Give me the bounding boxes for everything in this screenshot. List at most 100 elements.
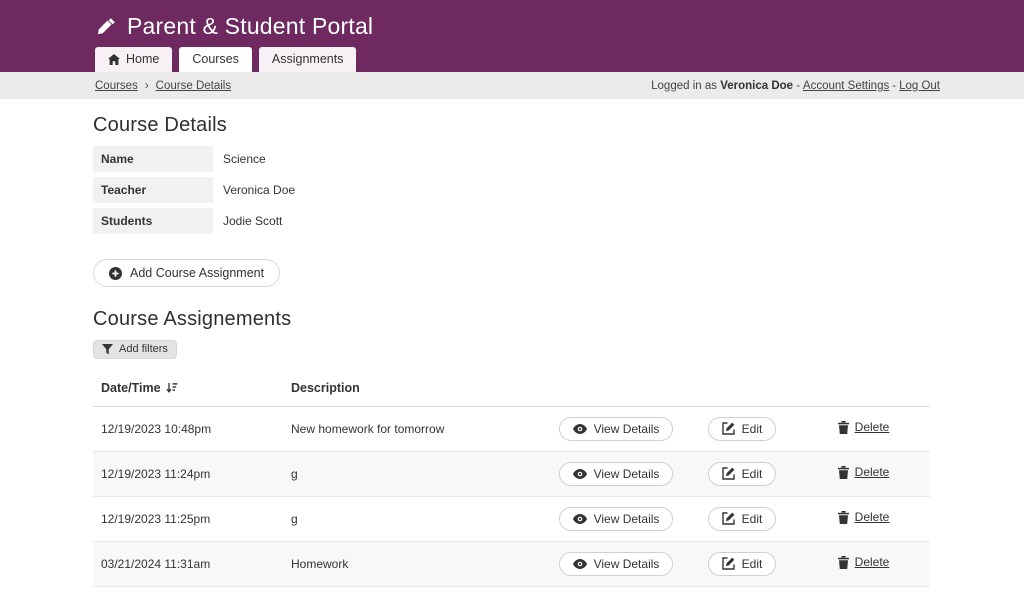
course-details-list: Name Science Teacher Veronica Doe Studen… (93, 146, 930, 234)
edit-button[interactable]: Edit (708, 417, 777, 441)
edit-icon (722, 467, 735, 480)
delete-link[interactable]: Delete (838, 555, 890, 569)
cell-description: g (283, 451, 545, 496)
eye-icon (573, 514, 587, 524)
detail-label: Students (93, 208, 213, 234)
detail-value: Jodie Scott (213, 208, 292, 234)
tab-home[interactable]: Home (95, 47, 172, 72)
edit-button[interactable]: Edit (708, 507, 777, 531)
tab-assignments[interactable]: Assignments (259, 47, 357, 72)
delete-label: Delete (855, 510, 890, 524)
tab-home-label: Home (126, 52, 159, 66)
cell-description: g (283, 496, 545, 541)
logged-in-prefix: Logged in as (651, 80, 720, 92)
assignment-row: 03/21/2024 11:31am Homework View Details (93, 541, 930, 586)
column-datetime-label: Date/Time (101, 381, 161, 395)
assignment-row: 12/19/2023 11:25pm g View Details (93, 496, 930, 541)
assignment-row: 12/19/2023 10:48pm New homework for tomo… (93, 406, 930, 451)
cell-description: Homework (283, 541, 545, 586)
breadcrumb-link-courses[interactable]: Courses (95, 80, 138, 92)
edit-icon (722, 512, 735, 525)
detail-label: Name (93, 146, 213, 172)
add-course-assignment-label: Add Course Assignment (130, 266, 264, 280)
breadcrumb-link-course-details[interactable]: Course Details (156, 80, 231, 92)
view-details-button[interactable]: View Details (559, 552, 674, 576)
edit-label: Edit (742, 557, 763, 571)
pencil-icon (96, 17, 116, 37)
assignments-table: Date/Time Description (93, 370, 930, 587)
add-filters-button[interactable]: Add filters (93, 340, 177, 359)
trash-icon (838, 421, 849, 434)
course-details-heading: Course Details (93, 114, 930, 137)
breadcrumb-bar: Courses › Course Details Logged in as Vero… (0, 72, 1024, 99)
detail-row-students: Students Jodie Scott (93, 208, 930, 234)
view-details-button[interactable]: View Details (559, 507, 674, 531)
column-header-actions-1 (545, 370, 687, 407)
filter-icon (102, 344, 113, 355)
sort-icon (166, 382, 178, 394)
cell-datetime: 12/19/2023 11:25pm (93, 496, 283, 541)
eye-icon (573, 559, 587, 569)
delete-link[interactable]: Delete (838, 465, 890, 479)
delete-link[interactable]: Delete (838, 420, 890, 434)
trash-icon (838, 556, 849, 569)
view-details-label: View Details (594, 557, 660, 571)
column-header-actions-3 (797, 370, 930, 407)
column-header-description: Description (283, 370, 545, 407)
page-title: Parent & Student Portal (127, 13, 373, 40)
assignment-row: 12/19/2023 11:24pm g View Details (93, 451, 930, 496)
view-details-label: View Details (594, 422, 660, 436)
edit-button[interactable]: Edit (708, 462, 777, 486)
edit-icon (722, 422, 735, 435)
detail-label: Teacher (93, 177, 213, 203)
detail-row-name: Name Science (93, 146, 930, 172)
view-details-button[interactable]: View Details (559, 462, 674, 486)
detail-value: Science (213, 146, 276, 172)
table-header-row: Date/Time Description (93, 370, 930, 407)
session-separator: - (892, 80, 896, 92)
view-details-label: View Details (594, 512, 660, 526)
cell-description: New homework for tomorrow (283, 406, 545, 451)
edit-button[interactable]: Edit (708, 552, 777, 576)
cell-datetime: 12/19/2023 10:48pm (93, 406, 283, 451)
edit-label: Edit (742, 512, 763, 526)
add-filters-label: Add filters (119, 343, 168, 355)
edit-label: Edit (742, 467, 763, 481)
view-details-button[interactable]: View Details (559, 417, 674, 441)
trash-icon (838, 466, 849, 479)
logged-in-user: Veronica Doe (720, 80, 793, 92)
detail-value: Veronica Doe (213, 177, 305, 203)
eye-icon (573, 469, 587, 479)
breadcrumb: Courses › Course Details (95, 80, 231, 92)
column-header-actions-2 (687, 370, 797, 407)
tab-courses-label: Courses (192, 52, 239, 66)
cell-datetime: 12/19/2023 11:24pm (93, 451, 283, 496)
tab-assignments-label: Assignments (272, 52, 344, 66)
tab-courses[interactable]: Courses (179, 47, 252, 72)
edit-icon (722, 557, 735, 570)
account-settings-link[interactable]: Account Settings (803, 80, 889, 92)
cell-datetime: 03/21/2024 11:31am (93, 541, 283, 586)
plus-circle-icon (109, 267, 122, 280)
app-header: Parent & Student Portal Home Courses Ass… (0, 0, 1024, 72)
add-course-assignment-button[interactable]: Add Course Assignment (93, 259, 280, 287)
column-header-datetime: Date/Time (93, 370, 283, 407)
view-details-label: View Details (594, 467, 660, 481)
delete-label: Delete (855, 555, 890, 569)
brand: Parent & Student Portal (0, 0, 1024, 40)
main-content: Course Details Name Science Teacher Vero… (0, 99, 1024, 602)
sort-control-datetime[interactable]: Date/Time (101, 381, 178, 395)
delete-label: Delete (855, 420, 890, 434)
delete-label: Delete (855, 465, 890, 479)
course-assignments-heading: Course Assignements (93, 308, 930, 331)
breadcrumb-separator: › (145, 80, 149, 92)
delete-link[interactable]: Delete (838, 510, 890, 524)
detail-row-teacher: Teacher Veronica Doe (93, 177, 930, 203)
log-out-link[interactable]: Log Out (899, 80, 940, 92)
edit-label: Edit (742, 422, 763, 436)
session-info: Logged in as Veronica Doe-Account Settin… (651, 80, 940, 92)
eye-icon (573, 424, 587, 434)
trash-icon (838, 511, 849, 524)
session-separator: - (796, 80, 800, 92)
home-icon (108, 54, 120, 65)
